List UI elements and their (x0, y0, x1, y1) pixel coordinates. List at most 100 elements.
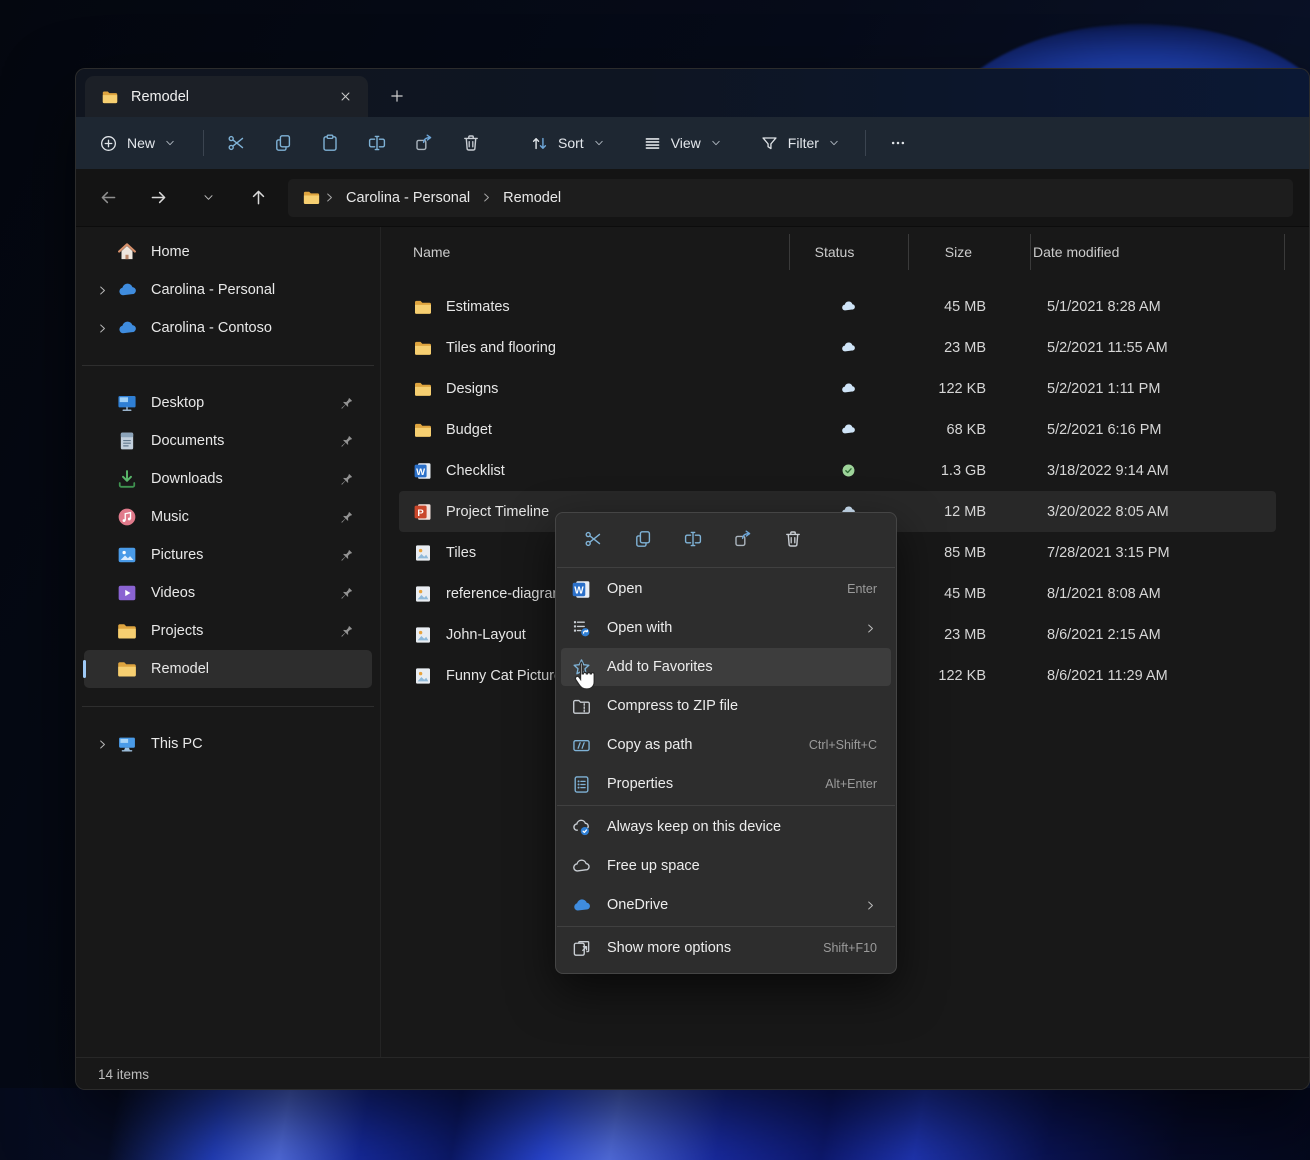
up-button[interactable] (240, 181, 276, 215)
breadcrumb-carolina-personal[interactable]: Carolina - Personal (338, 186, 478, 210)
pin-icon (338, 471, 354, 487)
filter-button[interactable]: Filter (749, 127, 851, 160)
file-date-modified: 3/18/2022 9:14 AM (1030, 463, 1169, 479)
image-file-icon (413, 543, 433, 563)
context-menu-item-label: Show more options (607, 940, 808, 956)
file-row-checklist[interactable]: Checklist1.3 GB3/18/2022 9:14 AM (399, 450, 1276, 491)
chevron-down-icon (828, 137, 840, 149)
file-size: 85 MB (908, 545, 1030, 561)
paste-button[interactable] (310, 125, 350, 161)
forward-button[interactable] (140, 181, 176, 215)
cut-button[interactable] (216, 125, 256, 161)
context-menu-item-compress-to-zip-file[interactable]: Compress to ZIP file (561, 687, 891, 725)
column-separator[interactable] (1030, 234, 1031, 270)
chevron-right-icon[interactable] (88, 738, 116, 751)
column-header-date-modified[interactable]: Date modified (1016, 244, 1119, 260)
copy-button[interactable] (263, 125, 303, 161)
context-share-button[interactable] (718, 519, 768, 559)
delete-button[interactable] (451, 125, 491, 161)
recent-locations-button[interactable] (190, 181, 226, 215)
chevron-right-icon[interactable] (88, 322, 116, 335)
file-row-budget[interactable]: Budget68 KB5/2/2021 6:16 PM (399, 409, 1276, 450)
chevron-right-icon[interactable] (88, 284, 116, 297)
chevron-right-icon (96, 322, 109, 335)
pictures-icon (116, 544, 138, 566)
context-delete-button[interactable] (768, 519, 818, 559)
paste-icon (320, 133, 340, 153)
copy-icon (633, 529, 653, 549)
onedrive-icon (571, 895, 592, 916)
context-copy-button[interactable] (618, 519, 668, 559)
zip-icon (571, 696, 592, 717)
file-status-cell (789, 339, 908, 356)
sidebar-item-projects[interactable]: Projects (84, 612, 372, 650)
sidebar-item-carolina-personal[interactable]: Carolina - Personal (84, 271, 372, 309)
column-header-name[interactable]: Name (399, 244, 775, 260)
sidebar-item-desktop[interactable]: Desktop (84, 384, 372, 422)
sidebar-item-music[interactable]: Music (84, 498, 372, 536)
file-row-estimates[interactable]: Estimates45 MB5/1/2021 8:28 AM (399, 286, 1276, 327)
back-button[interactable] (90, 181, 126, 215)
context-menu-divider (557, 567, 895, 568)
context-menu-item-open-with[interactable]: Open with (561, 609, 891, 647)
videos-icon (116, 582, 138, 604)
new-button[interactable]: New (88, 127, 187, 160)
file-date-modified: 5/1/2021 8:28 AM (1030, 299, 1161, 315)
context-menu-item-add-to-favorites[interactable]: Add to Favorites (561, 648, 891, 686)
chevron-right-icon (323, 191, 336, 204)
sidebar-item-documents[interactable]: Documents (84, 422, 372, 460)
sidebar-item-pictures[interactable]: Pictures (84, 536, 372, 574)
file-name: Funny Cat Pictures (446, 668, 569, 684)
filter-funnel-icon (760, 134, 779, 153)
context-rename-button[interactable] (668, 519, 718, 559)
pin-icon (338, 623, 354, 639)
file-date-modified: 5/2/2021 1:11 PM (1030, 381, 1160, 397)
pin-icon (338, 509, 354, 525)
tab-remodel[interactable]: Remodel (85, 76, 368, 117)
context-menu-item-properties[interactable]: PropertiesAlt+Enter (561, 765, 891, 803)
trash-icon (783, 529, 803, 549)
see-more-button[interactable] (878, 125, 918, 161)
context-menu-item-free-up-space[interactable]: Free up space (561, 847, 891, 885)
new-tab-button[interactable] (382, 82, 412, 110)
sort-button[interactable]: Sort (519, 127, 616, 160)
column-header-status[interactable]: Status (775, 244, 894, 260)
context-menu-item-show-more-options[interactable]: Show more options Shift+F10 (561, 929, 891, 967)
file-name: Checklist (446, 463, 505, 479)
breadcrumb-remodel[interactable]: Remodel (495, 186, 569, 210)
column-separator[interactable] (908, 234, 909, 270)
file-row-tiles-and-flooring[interactable]: Tiles and flooring23 MB5/2/2021 11:55 AM (399, 327, 1276, 368)
sidebar-item-videos[interactable]: Videos (84, 574, 372, 612)
sidebar-item-label: Videos (151, 585, 338, 601)
shortcut-hint: Alt+Enter (825, 777, 877, 791)
context-menu-item-open[interactable]: OpenEnter (561, 570, 891, 608)
sidebar-item-home[interactable]: Home (84, 233, 372, 271)
music-icon (116, 506, 138, 528)
pathicon-icon (571, 735, 592, 756)
file-status-cell (789, 380, 908, 397)
context-cut-button[interactable] (568, 519, 618, 559)
context-menu-divider (557, 926, 895, 927)
column-separator[interactable] (789, 234, 790, 270)
file-size: 23 MB (908, 340, 1030, 356)
context-menu-item-always-keep-on-this-device[interactable]: Always keep on this device (561, 808, 891, 846)
column-header-size[interactable]: Size (894, 244, 1016, 260)
sidebar-item-remodel[interactable]: Remodel (84, 650, 372, 688)
file-row-designs[interactable]: Designs122 KB5/2/2021 1:11 PM (399, 368, 1276, 409)
sidebar-item-carolina-contoso[interactable]: Carolina - Contoso (84, 309, 372, 347)
shortcut-hint: Shift+F10 (823, 941, 877, 955)
file-size: 68 KB (908, 422, 1030, 438)
share-button[interactable] (404, 125, 444, 161)
view-button[interactable]: View (632, 127, 733, 160)
tab-close-button[interactable] (332, 84, 358, 110)
address-bar[interactable]: Carolina - Personal Remodel (288, 179, 1293, 217)
context-menu-item-copy-as-path[interactable]: Copy as pathCtrl+Shift+C (561, 726, 891, 764)
toolbar-separator (865, 130, 866, 156)
chevron-right-icon (480, 191, 493, 204)
openwith-icon (571, 618, 592, 639)
sidebar-item-this-pc[interactable]: This PC (84, 725, 372, 763)
sidebar-item-downloads[interactable]: Downloads (84, 460, 372, 498)
column-separator[interactable] (1284, 234, 1285, 270)
rename-button[interactable] (357, 125, 397, 161)
context-menu-item-onedrive[interactable]: OneDrive (561, 886, 891, 924)
